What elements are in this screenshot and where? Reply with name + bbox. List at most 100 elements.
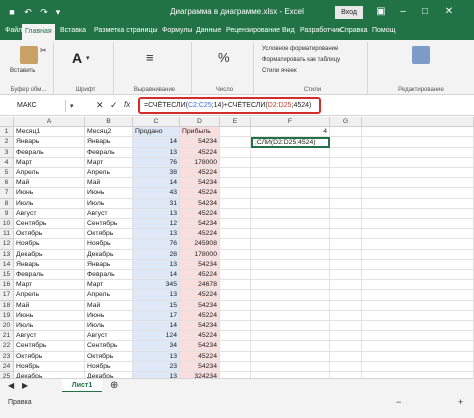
cell-header[interactable]: Месяц1 [14,127,85,138]
cell-sold[interactable]: 14 [133,270,180,281]
cell[interactable] [330,259,362,270]
cell[interactable] [362,127,474,138]
cell[interactable] [362,147,474,158]
name-box[interactable]: МАКС [14,100,66,112]
cell-month1[interactable]: Ноябрь [14,239,85,250]
cell[interactable] [251,147,330,158]
cell-sold[interactable]: 34 [133,341,180,352]
cell-month1[interactable]: Март [14,157,85,168]
cell[interactable] [251,300,330,311]
cell[interactable] [362,351,474,362]
cell[interactable] [330,300,362,311]
cell-month1[interactable]: Январь [14,259,85,270]
cut-icon[interactable]: ✂ [40,46,47,55]
cell[interactable] [251,321,330,332]
cell-month1[interactable]: Июль [14,321,85,332]
cell-sold[interactable]: 28 [133,249,180,260]
cell-month2[interactable]: Май [85,178,133,189]
row-header[interactable]: 11 [0,229,14,240]
cell-sold[interactable]: 14 [133,178,180,189]
cell-month1[interactable]: Апрель [14,168,85,179]
cell[interactable] [362,310,474,321]
cell[interactable] [251,331,330,342]
row-header[interactable]: 17 [0,290,14,301]
align-icon[interactable]: ≡ [146,50,154,65]
cell-sold[interactable]: 23 [133,361,180,372]
spreadsheet-grid[interactable]: A B C D E F G 1 Месяц1 Месяц2 Продано Прибыль 4 2 Янва… [0,117,474,378]
cell-month1[interactable]: Август [14,331,85,342]
ribbon-options-icon[interactable]: ▣ [372,4,390,20]
cell[interactable] [251,157,330,168]
cell[interactable] [330,127,362,138]
row-header[interactable]: 20 [0,321,14,332]
cell[interactable] [362,168,474,179]
cell-month1[interactable]: Июнь [14,188,85,199]
cell[interactable] [330,157,362,168]
cell-month2[interactable]: Ноябрь [85,361,133,372]
cell[interactable] [362,361,474,372]
cell-styles-button[interactable]: Стили ячеек [262,68,297,74]
cell-profit[interactable]: 24678 [180,280,220,291]
cell-month2[interactable]: Май [85,300,133,311]
row-header[interactable]: 3 [0,147,14,158]
cell-profit[interactable]: 54234 [180,178,220,189]
cell[interactable] [251,168,330,179]
cell-month1[interactable]: Апрель [14,290,85,301]
cell-header[interactable]: Месяц2 [85,127,133,138]
cell-month2[interactable]: Июль [85,198,133,209]
cell[interactable] [330,310,362,321]
cell-sold[interactable]: 14 [133,321,180,332]
close-icon[interactable]: ✕ [440,4,458,20]
cell[interactable] [330,331,362,342]
tab-5[interactable]: Данные [196,27,221,34]
cell-profit[interactable]: 54234 [180,198,220,209]
cell-sold[interactable]: 345 [133,280,180,291]
cell-profit[interactable]: 54234 [180,300,220,311]
formula-input[interactable]: =СЧЁТЕСЛИ(C2:C25;14)+СЧЁТЕСЛИ(D2:D25;452… [138,97,321,114]
cell[interactable] [330,147,362,158]
prev-sheet-icon[interactable]: ◀ [8,381,14,390]
cell-sold[interactable]: 13 [133,208,180,219]
cell[interactable] [330,239,362,250]
cell[interactable] [330,280,362,291]
cell-month2[interactable]: Июнь [85,310,133,321]
minimize-icon[interactable]: – [394,4,412,20]
column-header[interactable]: D [180,117,220,128]
cell[interactable] [362,270,474,281]
percent-icon[interactable]: % [218,50,230,65]
cell[interactable] [220,168,251,179]
cell-month1[interactable]: Июль [14,198,85,209]
cell[interactable] [251,239,330,250]
cell[interactable] [251,229,330,240]
cell[interactable] [362,178,474,189]
insert-function-icon[interactable]: fx [124,100,130,109]
cell[interactable] [220,331,251,342]
row-header[interactable]: 19 [0,310,14,321]
cell[interactable] [220,198,251,209]
cell[interactable] [330,198,362,209]
font-icon[interactable]: A [72,50,82,66]
tab-1[interactable]: Главная [22,24,55,40]
cell-profit[interactable]: 45224 [180,147,220,158]
cell-sold[interactable]: 13 [133,351,180,362]
add-sheet-icon[interactable]: ⊕ [110,380,118,391]
cell[interactable] [362,321,474,332]
row-header[interactable]: 21 [0,331,14,342]
cell[interactable] [220,239,251,250]
next-sheet-icon[interactable]: ▶ [22,381,28,390]
cell[interactable] [330,229,362,240]
cell[interactable] [220,137,251,148]
login-button[interactable]: Вход [335,6,363,19]
enter-icon[interactable]: ✓ [110,100,118,111]
cell[interactable] [251,178,330,189]
cell-month1[interactable]: Август [14,208,85,219]
cell[interactable] [251,270,330,281]
tab-0[interactable]: Файл [5,27,22,34]
column-header[interactable]: F [251,117,330,128]
cell[interactable] [251,208,330,219]
column-header[interactable]: E [220,117,251,128]
cell[interactable] [251,280,330,291]
cell-month2[interactable]: Январь [85,137,133,148]
cell-month2[interactable]: Декабрь [85,249,133,260]
cell-month2[interactable]: Сентябрь [85,219,133,230]
